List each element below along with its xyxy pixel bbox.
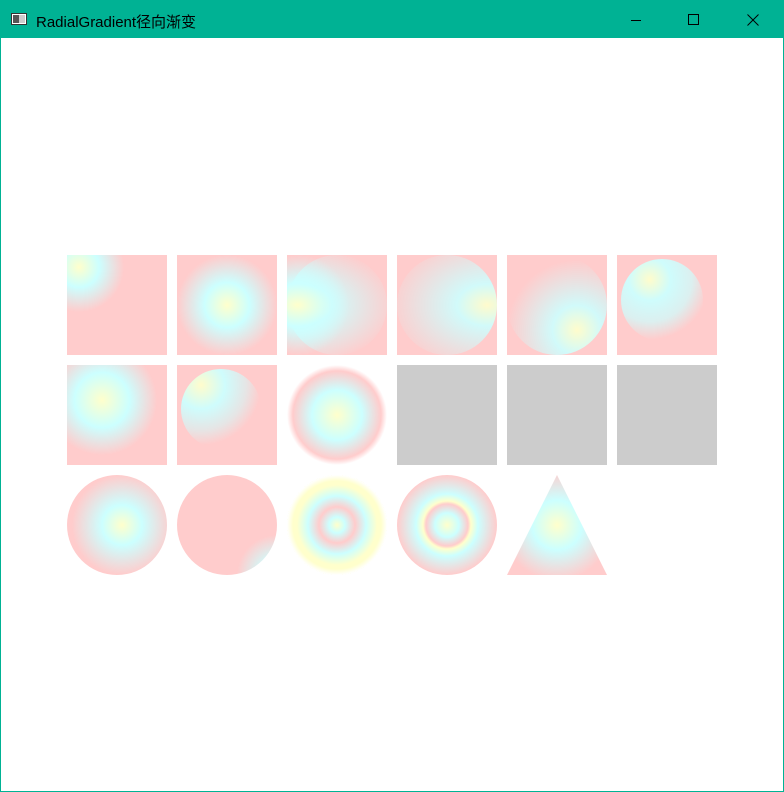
gradient-circle-reflect	[397, 475, 497, 575]
gray-square-2	[507, 365, 607, 465]
window-title: RadialGradient径向渐变	[36, 14, 197, 31]
app-icon	[11, 13, 27, 25]
gradient-circle-ring-edge	[287, 365, 387, 465]
maximize-icon	[688, 13, 699, 25]
minimize-button[interactable]	[607, 1, 665, 38]
gradient-square-center	[177, 255, 277, 355]
gradient-square-soft-top-left	[67, 365, 167, 465]
app-window: RadialGradient径向渐变	[0, 0, 784, 792]
title-bar[interactable]: RadialGradient径向渐变	[1, 1, 783, 38]
gradient-square-focus-right	[397, 255, 497, 355]
drawing-canvas	[1, 38, 783, 791]
gradient-circle-repeat	[287, 475, 387, 575]
gradient-square-corner	[67, 255, 167, 355]
maximize-button[interactable]	[665, 1, 723, 38]
gray-square-3	[617, 365, 717, 465]
close-icon	[747, 13, 759, 26]
gradient-square-focus-left	[287, 255, 387, 355]
gray-square-1	[397, 365, 497, 465]
gradient-square-focus-top-left	[617, 255, 717, 355]
gradient-triangle	[507, 475, 607, 575]
gradient-circle-center	[67, 475, 167, 575]
gradient-square-focus-bottom-right	[507, 255, 607, 355]
gradient-circle-corner	[177, 475, 277, 575]
gradient-square-hard-top-left	[177, 365, 277, 465]
minimize-icon	[631, 19, 641, 21]
close-button[interactable]	[724, 1, 782, 38]
